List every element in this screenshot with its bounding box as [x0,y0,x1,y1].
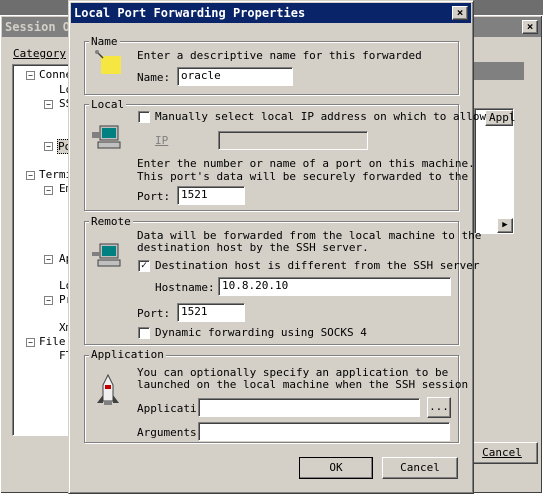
dynamic-forwarding-label: Dynamic forwarding using SOCKS 4 [155,326,367,339]
hostname-input[interactable]: 10.8.20.10 [218,277,451,296]
application-group-title: Application [89,348,166,361]
hostname-label: Hostname: [155,281,215,294]
name-label: Name: [137,71,171,84]
browse-button[interactable]: ... [427,397,451,418]
name-input[interactable]: oracle [177,67,293,86]
background-cancel-button[interactable]: Cancel [466,442,538,464]
ip-label: IP [155,134,169,147]
arguments-input[interactable] [198,422,450,441]
name-description: Enter a descriptive name for this forwar… [137,49,422,62]
local-port-description-line1: Enter the number or name of a port on th… [137,157,475,170]
ip-input[interactable] [218,131,368,150]
manual-ip-checkbox[interactable] [138,111,150,123]
rocket-icon [93,373,123,409]
remote-group-title: Remote [89,215,133,228]
remote-port-input[interactable]: 1521 [177,303,245,322]
destination-different-checkbox[interactable]: ✓ [138,260,150,272]
tree-expander-icon[interactable]: − [26,71,35,80]
cancel-button[interactable]: Cancel [382,457,458,479]
tree-expander-icon[interactable]: − [44,296,53,305]
local-port-label: Port: [137,190,171,203]
forwarding-list[interactable]: Appl ▶ [474,108,516,234]
destination-different-label: Destination host is different from the S… [155,259,480,272]
tree-expander-icon[interactable]: − [44,142,53,151]
tree-expander-icon[interactable]: − [44,255,53,264]
computer-icon [92,122,126,154]
name-tag-icon [93,48,125,78]
dialog-titlebar: Local Port Forwarding Properties [71,3,471,23]
tree-expander-icon[interactable]: − [26,338,35,347]
dynamic-forwarding-checkbox[interactable] [138,327,150,339]
ok-button[interactable]: OK [299,457,373,479]
scroll-right-icon[interactable]: ▶ [497,218,513,233]
session-options-title: Session O [5,20,71,34]
tree-expander-icon[interactable]: − [44,186,53,195]
tree-expander-icon[interactable]: − [44,100,53,109]
local-port-description-line2: This port's data will be securely forwar… [137,170,469,183]
dialog-close-button[interactable]: × [452,6,468,20]
arguments-label: Arguments [137,426,197,439]
manual-ip-label: Manually select local IP address on whic… [155,110,487,123]
application-description-line2: launched on the local machine when the S… [137,378,469,391]
column-header-application[interactable]: Appl [485,110,516,126]
remote-description-line2: destination host by the SSH server. [137,241,369,254]
name-group-title: Name [89,35,120,48]
local-port-input[interactable]: 1521 [177,186,245,205]
local-group-title: Local [89,98,127,111]
tree-item[interactable]: File [39,335,66,348]
category-label: Category [13,47,66,60]
remote-computer-icon [92,240,126,272]
category-tree[interactable]: − Conne Lo − SS − Po − Termi − Em − Ap L… [12,64,73,436]
application-path-label: Applicati [137,402,197,415]
application-path-input[interactable] [198,398,420,417]
dialog-title: Local Port Forwarding Properties [74,6,306,20]
tree-expander-icon[interactable]: − [26,171,35,180]
remote-port-label: Port: [137,307,171,320]
background-header-bar [474,62,524,80]
background-close-button[interactable]: × [522,20,538,34]
